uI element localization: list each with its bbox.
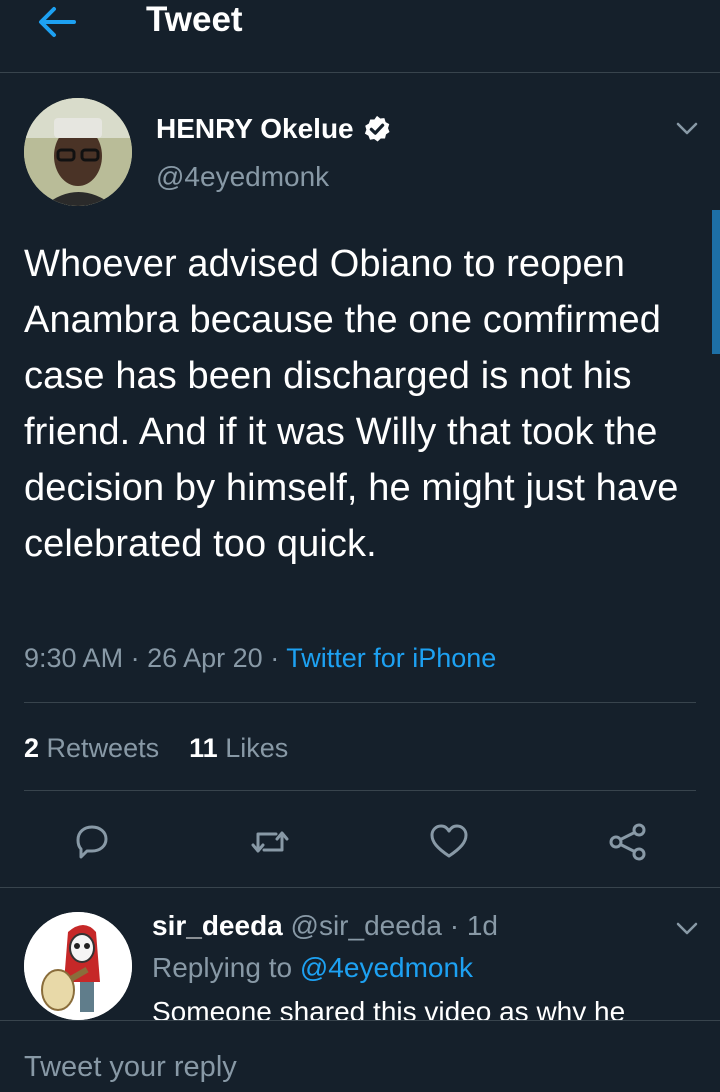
reply-header: sir_deeda @sir_deeda · 1d: [152, 908, 498, 944]
retweets-count: 2: [24, 733, 40, 763]
tweet-time: 9:30 AM: [24, 643, 124, 673]
author-handle[interactable]: @4eyedmonk: [156, 160, 329, 194]
tweet-meta: 9:30 AM · 26 Apr 20 · Twitter for iPhone: [24, 640, 496, 676]
tweet-source-link[interactable]: Twitter for iPhone: [286, 643, 496, 673]
divider: [24, 790, 696, 791]
compose-reply-bar[interactable]: Tweet your reply: [0, 1020, 720, 1092]
retweet-icon[interactable]: [248, 820, 292, 864]
avatar-image: [24, 912, 132, 1020]
tweet-stats: 2 Retweets 11 Likes: [24, 730, 288, 766]
verified-badge-icon: [364, 115, 390, 142]
tweet-text: Whoever advised Obiano to reopen Anambra…: [24, 243, 679, 565]
replying-prefix: Replying to: [152, 952, 293, 983]
separator: ·: [270, 643, 280, 673]
reply-text: Someone shared this video as why he: [152, 996, 626, 1020]
divider: [24, 702, 696, 703]
reply-author-avatar[interactable]: [24, 912, 132, 1020]
reply-icon[interactable]: [70, 820, 114, 864]
tweet-date: 26 Apr 20: [147, 643, 263, 673]
likes-count: 11: [189, 733, 218, 763]
author-name[interactable]: HENRY Okelue: [156, 112, 354, 146]
author-avatar[interactable]: [24, 98, 132, 206]
chevron-down-icon[interactable]: [674, 918, 700, 938]
separator: ·: [130, 643, 140, 673]
page-title: Tweet: [146, 0, 243, 39]
retweets-stat[interactable]: 2 Retweets: [24, 733, 159, 763]
reply-input[interactable]: Tweet your reply: [24, 1049, 237, 1085]
replying-to-link[interactable]: @4eyedmonk: [300, 952, 473, 983]
reply-age: 1d: [466, 910, 498, 941]
share-icon[interactable]: [606, 820, 650, 864]
divider: [0, 887, 720, 888]
reply-author-name[interactable]: sir_deeda: [152, 910, 283, 941]
like-icon[interactable]: [427, 820, 471, 864]
chevron-down-icon[interactable]: [674, 118, 700, 138]
likes-stat[interactable]: 11 Likes: [189, 733, 288, 763]
likes-label: Likes: [225, 733, 289, 763]
avatar-image: [24, 98, 132, 206]
replying-to-line: Replying to @4eyedmonk: [152, 950, 473, 986]
separator: ·: [449, 910, 460, 941]
arrow-left-icon[interactable]: [34, 4, 78, 40]
top-app-bar: Tweet: [0, 0, 720, 73]
retweets-label: Retweets: [46, 733, 160, 763]
reply-author-handle[interactable]: @sir_deeda: [291, 910, 442, 941]
